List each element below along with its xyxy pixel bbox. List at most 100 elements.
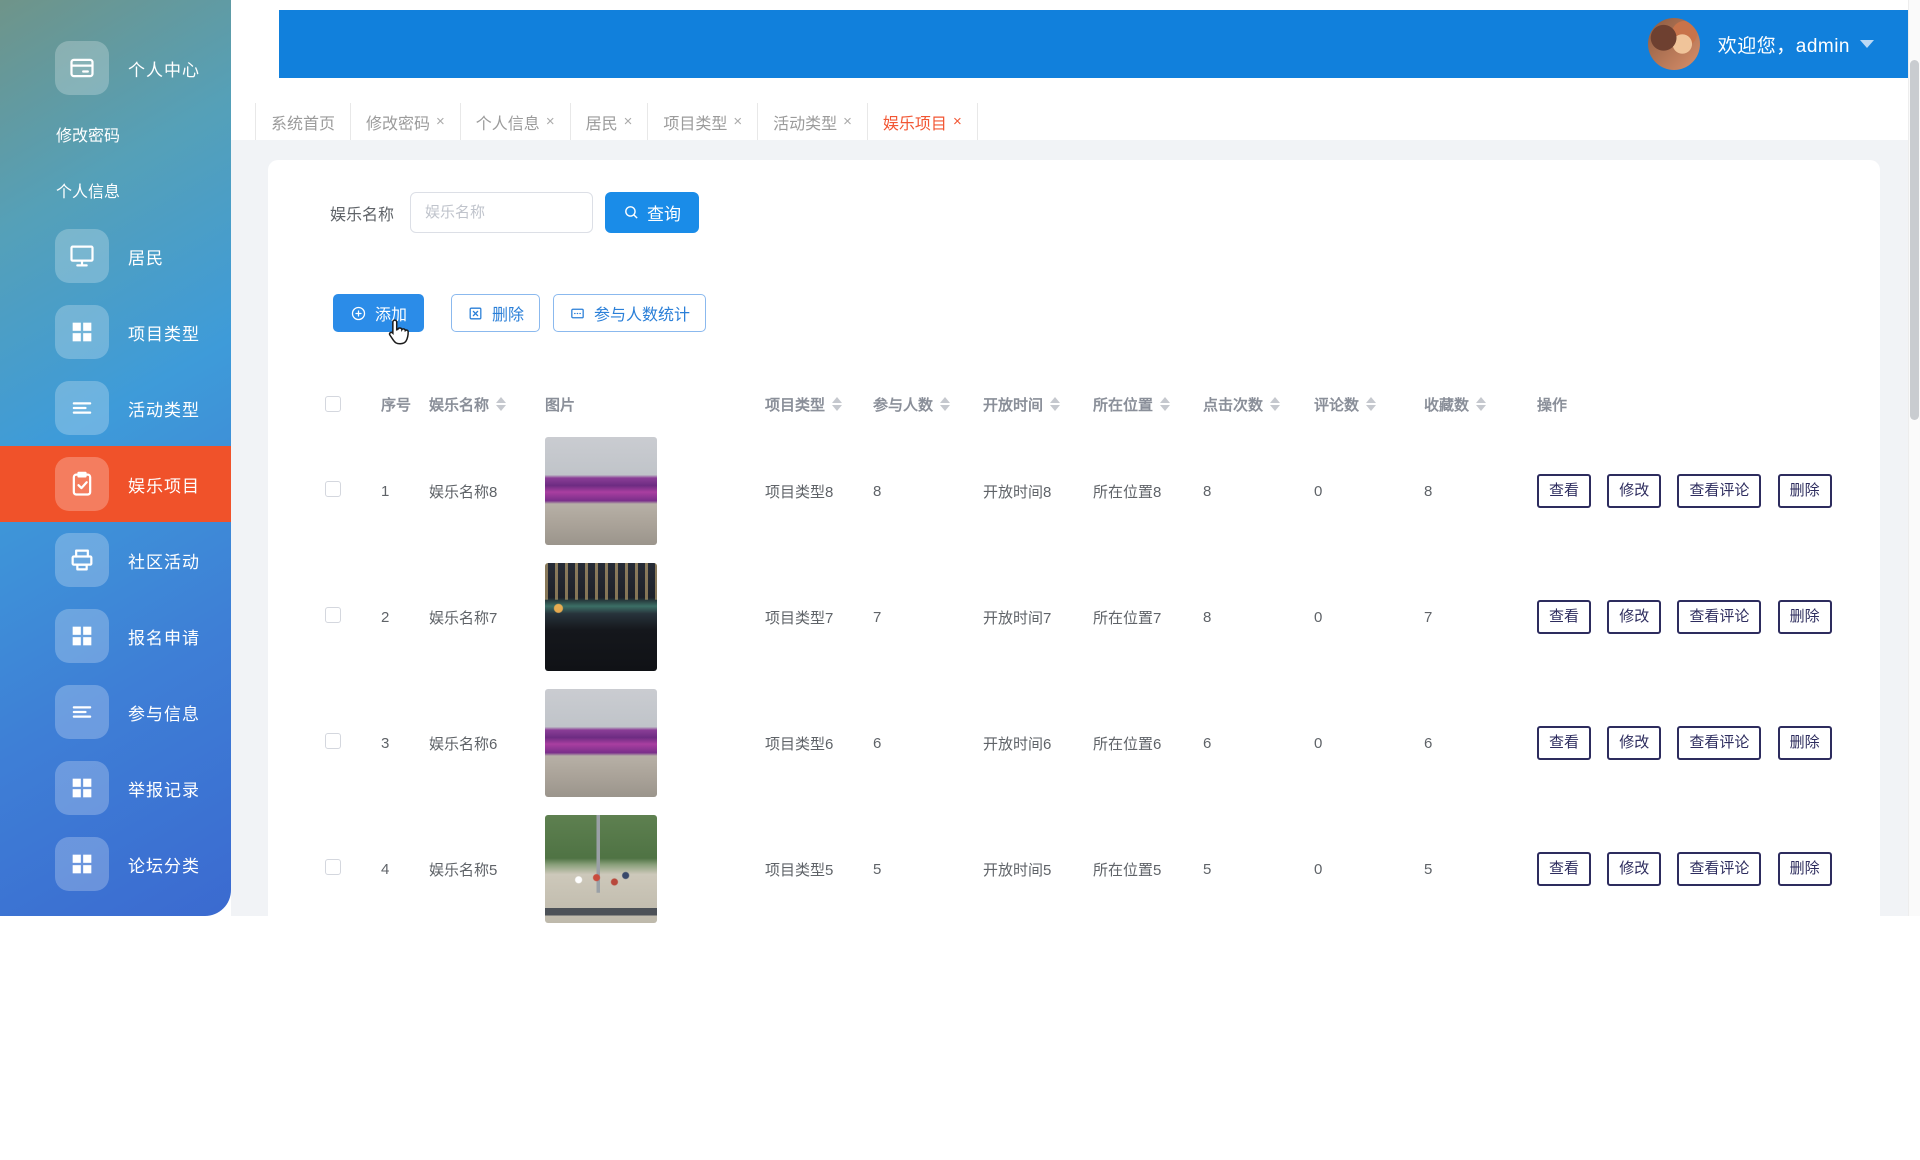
table-row: 4 娱乐名称5 项目类型5 5 开放时间5 所在位置5 5 0 5 查看 修改 … — [325, 806, 1880, 932]
close-icon[interactable]: × — [733, 113, 742, 130]
col-name: 娱乐名称 — [429, 394, 545, 415]
view-comments-button[interactable]: 查看评论 — [1677, 726, 1761, 760]
cell-favorites: 7 — [1424, 609, 1537, 626]
sidebar-item-entertainment-projects[interactable]: 娱乐项目 — [0, 446, 231, 522]
table-row: 2 娱乐名称7 项目类型7 7 开放时间7 所在位置7 8 0 7 查看 修改 … — [325, 554, 1880, 680]
search-row: 娱乐名称 查询 — [330, 192, 699, 233]
tab-project-types[interactable]: 项目类型 × — [648, 103, 758, 140]
tab-change-password[interactable]: 修改密码 × — [351, 103, 461, 140]
sort-icon[interactable] — [1476, 397, 1486, 411]
view-button[interactable]: 查看 — [1537, 600, 1591, 634]
sidebar-item-community-activities[interactable]: 社区活动 — [0, 522, 231, 598]
view-button[interactable]: 查看 — [1537, 852, 1591, 886]
add-button[interactable]: 添加 — [333, 294, 424, 332]
row-checkbox[interactable] — [325, 859, 341, 875]
view-comments-button[interactable]: 查看评论 — [1677, 474, 1761, 508]
sort-icon[interactable] — [1366, 397, 1376, 411]
view-button[interactable]: 查看 — [1537, 726, 1591, 760]
close-icon[interactable]: × — [624, 113, 633, 130]
main-area: 欢迎您，admin 系统首页 修改密码 × 个人信息 × 居民 × 项目类型 ×… — [231, 0, 1920, 916]
participant-stats-button[interactable]: 参与人数统计 — [553, 294, 706, 332]
sidebar-item-participation-info[interactable]: 参与信息 — [0, 674, 231, 750]
cell-comments: 0 — [1314, 735, 1424, 752]
sort-icon[interactable] — [1050, 397, 1060, 411]
search-input[interactable] — [410, 192, 593, 233]
content-card: 娱乐名称 查询 添加 删除 — [268, 160, 1880, 1160]
avatar[interactable] — [1648, 18, 1700, 70]
select-all-checkbox[interactable] — [325, 396, 341, 412]
row-checkbox[interactable] — [325, 481, 341, 497]
tab-personal-info[interactable]: 个人信息 × — [461, 103, 571, 140]
sidebar: 个人中心 修改密码 个人信息 居民 项目类型 活动类型 娱乐项目 社区活动 — [0, 0, 231, 916]
close-icon[interactable]: × — [546, 113, 555, 130]
close-icon[interactable]: × — [953, 113, 962, 130]
cell-clicks: 5 — [1203, 861, 1314, 878]
row-image — [545, 437, 657, 545]
search-label: 娱乐名称 — [330, 201, 394, 225]
cell-seq: 3 — [381, 735, 429, 752]
edit-button[interactable]: 修改 — [1607, 726, 1661, 760]
delete-row-button[interactable]: 删除 — [1778, 726, 1832, 760]
data-table: 序号 娱乐名称 图片 项目类型 参与人数 开放时间 所在位置 点击次数 评论数 … — [325, 380, 1880, 932]
top-header: 欢迎您，admin — [279, 10, 1908, 78]
sidebar-item-change-password[interactable]: 修改密码 — [0, 106, 231, 162]
sidebar-item-personal-info[interactable]: 个人信息 — [0, 162, 231, 218]
row-image — [545, 815, 657, 923]
cell-clicks: 8 — [1203, 609, 1314, 626]
sort-icon[interactable] — [1160, 397, 1170, 411]
welcome-text: 欢迎您，admin — [1718, 31, 1850, 58]
cell-open-time: 开放时间6 — [983, 733, 1093, 754]
col-type: 项目类型 — [765, 394, 873, 415]
sidebar-item-project-types[interactable]: 项目类型 — [0, 294, 231, 370]
view-comments-button[interactable]: 查看评论 — [1677, 852, 1761, 886]
row-checkbox[interactable] — [325, 733, 341, 749]
close-icon[interactable]: × — [436, 113, 445, 130]
sort-icon[interactable] — [496, 397, 506, 411]
delete-button[interactable]: 删除 — [451, 294, 540, 332]
row-checkbox[interactable] — [325, 607, 341, 623]
sort-icon[interactable] — [940, 397, 950, 411]
query-button[interactable]: 查询 — [605, 192, 699, 233]
tab-activity-types[interactable]: 活动类型 × — [758, 103, 868, 140]
sidebar-item-activity-types[interactable]: 活动类型 — [0, 370, 231, 446]
delete-row-button[interactable]: 删除 — [1778, 600, 1832, 634]
edit-button[interactable]: 修改 — [1607, 852, 1661, 886]
printer-icon — [55, 533, 109, 587]
sidebar-item-report-records[interactable]: 举报记录 — [0, 750, 231, 826]
box-x-icon — [467, 305, 484, 322]
list-icon — [55, 381, 109, 435]
scrollbar-thumb[interactable] — [1910, 60, 1919, 420]
toolbar: 添加 删除 参与人数统计 — [333, 294, 706, 332]
tab-home[interactable]: 系统首页 — [255, 103, 351, 140]
view-comments-button[interactable]: 查看评论 — [1677, 600, 1761, 634]
delete-row-button[interactable]: 删除 — [1778, 474, 1832, 508]
sidebar-item-personal-center[interactable]: 个人中心 — [0, 30, 231, 106]
sidebar-item-signup-applications[interactable]: 报名申请 — [0, 598, 231, 674]
tab-entertainment-projects[interactable]: 娱乐项目 × — [868, 103, 978, 140]
col-image: 图片 — [545, 394, 765, 415]
edit-button[interactable]: 修改 — [1607, 474, 1661, 508]
col-clicks: 点击次数 — [1203, 394, 1314, 415]
view-button[interactable]: 查看 — [1537, 474, 1591, 508]
delete-row-button[interactable]: 删除 — [1778, 852, 1832, 886]
cell-comments: 0 — [1314, 861, 1424, 878]
sort-icon[interactable] — [1270, 397, 1280, 411]
stats-icon — [569, 305, 586, 322]
close-icon[interactable]: × — [843, 113, 852, 130]
cell-favorites: 5 — [1424, 861, 1537, 878]
cell-favorites: 6 — [1424, 735, 1537, 752]
cell-open-time: 开放时间5 — [983, 859, 1093, 880]
sidebar-item-residents[interactable]: 居民 — [0, 218, 231, 294]
chevron-down-icon[interactable] — [1860, 40, 1874, 48]
edit-button[interactable]: 修改 — [1607, 600, 1661, 634]
scrollbar-track[interactable] — [1908, 0, 1920, 916]
sort-icon[interactable] — [832, 397, 842, 411]
sidebar-item-forum-categories[interactable]: 论坛分类 — [0, 826, 231, 902]
cell-type: 项目类型6 — [765, 733, 873, 754]
col-favorites: 收藏数 — [1424, 394, 1537, 415]
cell-seq: 2 — [381, 609, 429, 626]
tab-residents[interactable]: 居民 × — [571, 103, 649, 140]
user-menu[interactable]: 欢迎您，admin — [1648, 18, 1874, 70]
cell-participants: 8 — [873, 483, 983, 500]
cell-location: 所在位置5 — [1093, 859, 1203, 880]
